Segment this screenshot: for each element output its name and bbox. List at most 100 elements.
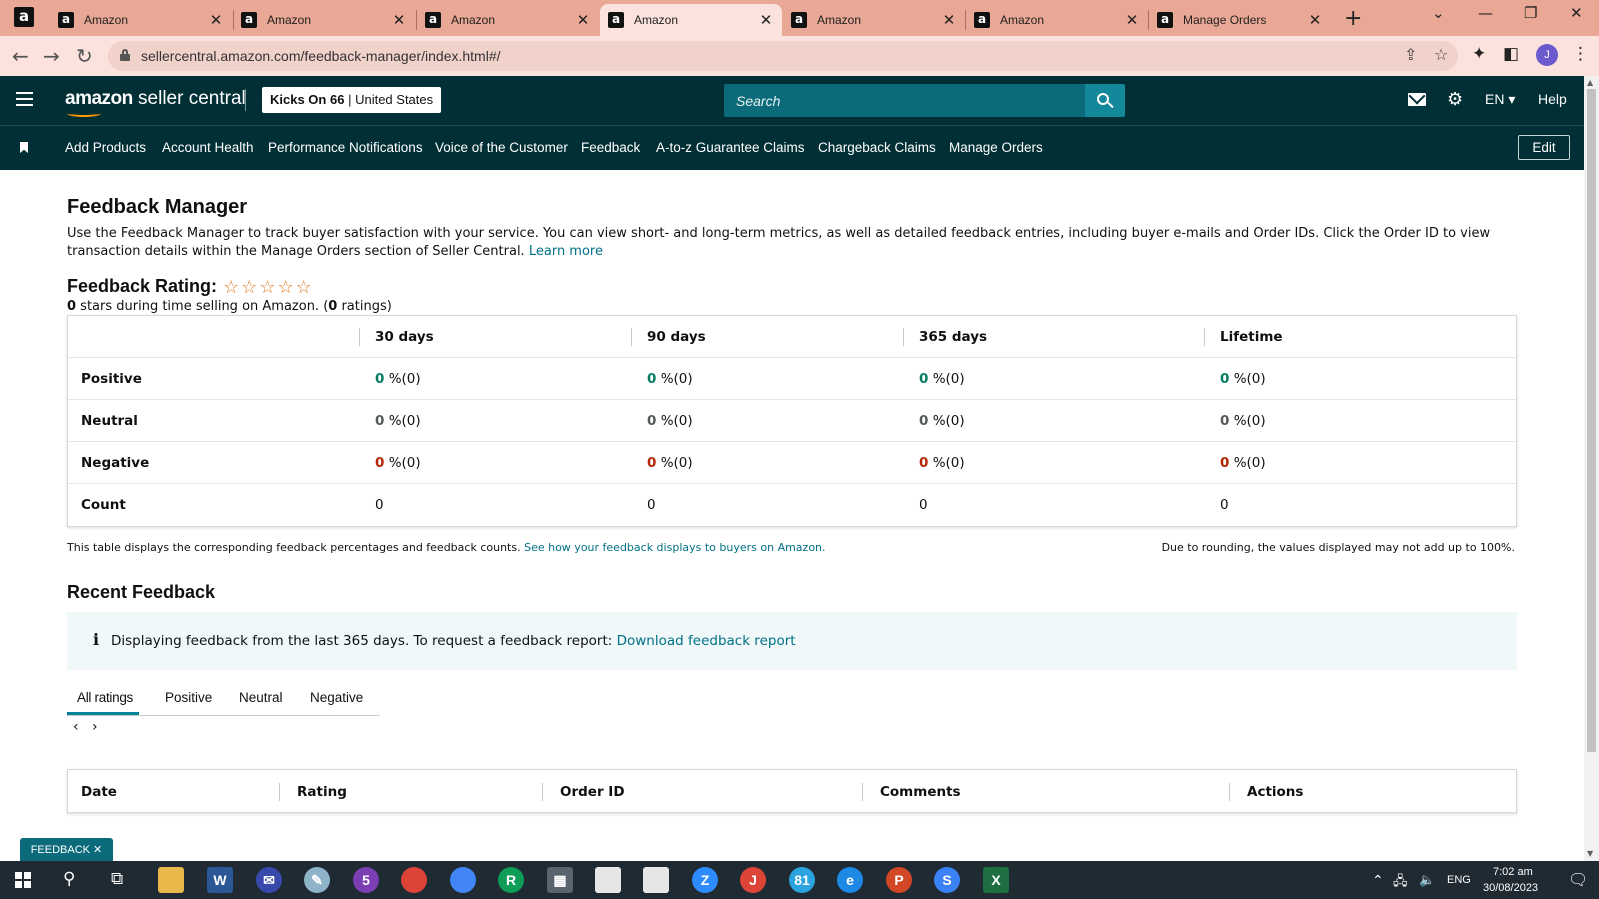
chevron-left-icon[interactable]: ‹	[73, 719, 79, 735]
nav-chargeback-claims[interactable]: Chargeback Claims	[818, 140, 936, 155]
url-text[interactable]: sellercentral.amazon.com/feedback-manage…	[141, 48, 501, 64]
zoom-icon[interactable]: Z	[692, 867, 718, 893]
chrome-profile-icon[interactable]	[450, 867, 476, 893]
chrome-profile-icon[interactable]	[401, 867, 427, 893]
column-header-rating[interactable]: Rating	[297, 784, 347, 800]
telegram-icon[interactable]: 81	[789, 867, 815, 893]
edge-icon[interactable]: e	[837, 867, 863, 893]
minimize-icon[interactable]: —	[1478, 4, 1493, 22]
tab-close-icon[interactable]: ✕	[1124, 11, 1140, 29]
hamburger-menu-icon[interactable]	[16, 92, 33, 106]
nav-performance-notifications[interactable]: Performance Notifications	[268, 140, 423, 155]
lock-icon[interactable]	[120, 49, 130, 61]
tray-chevron-up-icon[interactable]: ⌃	[1372, 872, 1384, 889]
app-icon[interactable]: ✉	[256, 867, 282, 893]
extensions-icon[interactable]: ✦	[1472, 44, 1486, 64]
mail-icon[interactable]	[1408, 93, 1426, 106]
skype-icon[interactable]: S	[934, 867, 960, 893]
gear-icon[interactable]: ⚙	[1447, 89, 1463, 110]
clock-date[interactable]: 30/08/2023	[1483, 882, 1538, 894]
chrome-profile-icon[interactable]: R	[498, 867, 524, 893]
tab-close-icon[interactable]: ✕	[391, 11, 407, 29]
nav-feedback[interactable]: Feedback	[581, 140, 640, 155]
column-header-date[interactable]: Date	[81, 784, 117, 800]
clock-time[interactable]: 7:02 am	[1493, 866, 1533, 878]
tab-neutral[interactable]: Neutral	[239, 690, 283, 705]
store-selector[interactable]: Kicks On 66 | United States	[262, 87, 442, 113]
forward-icon[interactable]: →	[43, 44, 60, 68]
tab-negative[interactable]: Negative	[310, 690, 363, 705]
pinned-tab-amazon[interactable]: a	[14, 7, 34, 27]
language-indicator[interactable]: ENG	[1447, 874, 1471, 886]
tab-close-icon[interactable]: ✕	[758, 11, 774, 29]
chevron-right-icon[interactable]: ›	[92, 719, 98, 735]
tab-close-icon[interactable]: ✕	[941, 11, 957, 29]
column-header-comments[interactable]: Comments	[880, 784, 961, 800]
help-link[interactable]: Help	[1538, 91, 1567, 107]
network-icon[interactable]: 🖧	[1393, 872, 1408, 894]
page-scrollbar[interactable]: ▲ ▼	[1584, 76, 1599, 861]
info-body: Displaying feedback from the last 365 da…	[111, 633, 613, 649]
messenger-icon[interactable]: 5	[353, 867, 379, 893]
scroll-up-icon[interactable]: ▲	[1587, 78, 1593, 87]
nav-account-health[interactable]: Account Health	[162, 140, 254, 155]
excel-icon[interactable]: X	[983, 867, 1009, 893]
powerpoint-icon[interactable]: P	[886, 867, 912, 893]
learn-more-link[interactable]: Learn more	[529, 244, 603, 259]
search-input[interactable]	[724, 84, 1085, 117]
scroll-thumb[interactable]	[1587, 89, 1596, 752]
calculator-icon[interactable]: ▦	[547, 867, 573, 893]
tab-all-ratings[interactable]: All ratings	[77, 690, 133, 705]
feedback-floating-button[interactable]: FEEDBACK ✕	[20, 838, 113, 862]
edit-nav-button[interactable]: Edit	[1518, 135, 1570, 160]
notes-app-icon[interactable]: ✎	[304, 867, 330, 893]
download-feedback-report-link[interactable]: Download feedback report	[617, 633, 796, 649]
tab-manage-orders[interactable]: a Manage Orders ✕	[1149, 4, 1331, 36]
address-bar[interactable]: sellercentral.amazon.com/feedback-manage…	[108, 41, 1458, 71]
reload-icon[interactable]: ↻	[76, 44, 93, 68]
app-icon[interactable]	[643, 867, 669, 893]
close-window-icon[interactable]: ✕	[1570, 4, 1583, 22]
column-header-order-id[interactable]: Order ID	[560, 784, 625, 800]
file-explorer-icon[interactable]	[158, 867, 184, 893]
back-icon[interactable]: ←	[12, 44, 29, 68]
browser-menu-icon[interactable]: ⋮	[1572, 44, 1589, 64]
tab-amazon-6[interactable]: a Amazon ✕	[966, 4, 1148, 36]
task-view-icon[interactable]: ⧉	[111, 869, 123, 889]
notifications-icon[interactable]: 🗨	[1568, 870, 1588, 890]
share-icon[interactable]: ⇪	[1404, 45, 1417, 64]
nav-manage-orders[interactable]: Manage Orders	[949, 140, 1043, 155]
tab-positive[interactable]: Positive	[165, 690, 212, 705]
tab-amazon-active[interactable]: a Amazon ✕	[600, 4, 782, 36]
tab-amazon-3[interactable]: a Amazon ✕	[417, 4, 599, 36]
tab-search-icon[interactable]: ⌄	[1432, 4, 1445, 22]
chrome-active-icon[interactable]: J	[740, 867, 766, 893]
app-icon[interactable]	[595, 867, 621, 893]
search-icon[interactable]: ⚲	[63, 869, 75, 889]
language-selector[interactable]: EN ▾	[1485, 91, 1515, 108]
bookmark-star-icon[interactable]: ☆	[1434, 45, 1448, 64]
profile-avatar[interactable]: J	[1536, 44, 1558, 66]
volume-icon[interactable]: 🔈	[1419, 872, 1435, 888]
tab-close-icon[interactable]: ✕	[208, 11, 224, 29]
nav-voice-of-the-customer[interactable]: Voice of the Customer	[435, 140, 568, 155]
tab-amazon-1[interactable]: a Amazon ✕	[50, 4, 232, 36]
windows-start-icon[interactable]	[15, 872, 31, 888]
side-panel-icon[interactable]: ◧	[1503, 44, 1519, 64]
tab-amazon-2[interactable]: a Amazon ✕	[233, 4, 415, 36]
scroll-down-icon[interactable]: ▼	[1587, 849, 1593, 858]
bookmark-icon[interactable]	[20, 142, 28, 153]
nav-add-products[interactable]: Add Products	[65, 140, 146, 155]
restore-icon[interactable]: ❐	[1524, 4, 1537, 22]
word-icon[interactable]: W	[207, 867, 233, 893]
nav-a-to-z-claims[interactable]: A-to-z Guarantee Claims	[656, 140, 805, 155]
column-header-actions[interactable]: Actions	[1247, 784, 1303, 800]
see-feedback-display-link[interactable]: See how your feedback displays to buyers…	[524, 541, 825, 554]
tab-amazon-5[interactable]: a Amazon ✕	[783, 4, 965, 36]
search-button[interactable]	[1085, 84, 1125, 117]
seller-central-logo[interactable]: amazon seller central	[65, 88, 246, 117]
search-field[interactable]	[724, 84, 1085, 117]
tab-close-icon[interactable]: ✕	[1307, 11, 1323, 29]
new-tab-button[interactable]: +	[1344, 6, 1362, 31]
tab-close-icon[interactable]: ✕	[575, 11, 591, 29]
